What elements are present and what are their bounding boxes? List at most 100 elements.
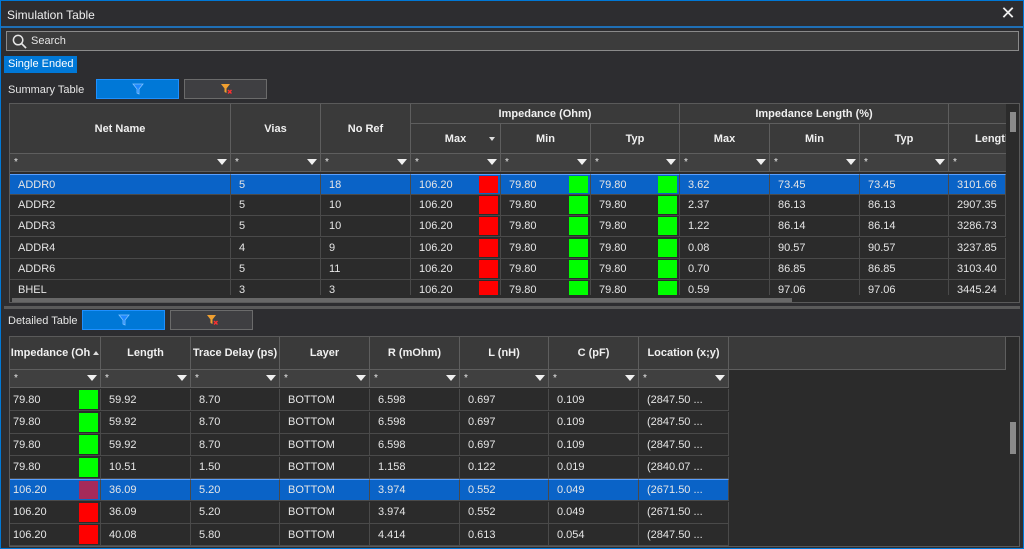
column-header-l[interactable]: L (nH)	[460, 337, 549, 370]
impedance-typ-cell-text: 79.80	[599, 220, 627, 233]
filter-cell[interactable]: *	[280, 370, 370, 387]
filter-cell[interactable]: *	[639, 370, 729, 387]
filter-cell[interactable]: *	[101, 370, 191, 387]
filter-cell[interactable]: *	[860, 154, 949, 171]
filter-cell[interactable]: *	[549, 370, 639, 387]
impedance-typ-cell-text: 79.80	[599, 262, 627, 275]
filter-cell[interactable]: *	[680, 154, 770, 171]
filter-cell[interactable]: *	[770, 154, 860, 171]
length-typ-cell-text: 86.14	[868, 220, 896, 233]
column-header-r[interactable]: R (mOhm)	[370, 337, 460, 370]
tab-single-ended[interactable]: Single Ended	[4, 56, 78, 73]
resistance-cell-text: 3.974	[378, 506, 406, 518]
summary-filter-button[interactable]	[96, 79, 179, 99]
impedance-min-cell: 79.80	[501, 174, 591, 194]
net-name-cell-text: ADDR4	[18, 241, 56, 254]
filter-cell[interactable]: *	[501, 154, 591, 171]
status-color-swatch	[569, 217, 588, 236]
impedance-min-cell-text: 79.80	[509, 199, 537, 212]
detailed-clear-filter-button[interactable]	[170, 310, 253, 330]
filter-cell[interactable]: *	[370, 370, 460, 387]
column-header-imp-min[interactable]: Min	[501, 124, 591, 154]
filter-cell[interactable]: *	[321, 154, 411, 171]
column-header-vias[interactable]: Vias	[231, 104, 321, 154]
layer-cell-text: BOTTOM	[288, 506, 335, 518]
summary-vertical-scrollbar[interactable]	[1006, 104, 1019, 295]
filter-value: *	[325, 157, 329, 168]
summary-horizontal-scrollbar[interactable]	[10, 295, 1019, 302]
table-row[interactable]: ADDR0 5 18 106.20 79.80 79.80 3.62 73.45 73.45 31…	[10, 174, 1006, 195]
column-header-len-max[interactable]: Max	[680, 124, 770, 154]
column-header-net-name[interactable]: Net Name	[10, 104, 231, 154]
location-cell-text: (2671.50 ...	[647, 484, 703, 496]
filter-value: *	[374, 373, 378, 384]
column-group-impedance-length: Impedance Length (%)	[680, 104, 949, 124]
filter-value: *	[864, 157, 868, 168]
column-header-imp-typ[interactable]: Typ	[591, 124, 680, 154]
sort-desc-icon	[489, 136, 495, 141]
table-row[interactable]: 79.80 59.92 8.70 BOTTOM 6.598 0.697 0.109 (2847…	[10, 411, 729, 434]
status-color-swatch	[658, 196, 677, 215]
close-icon[interactable]: ✕	[999, 4, 1017, 22]
search-bar[interactable]	[6, 31, 1019, 51]
chevron-down-icon	[935, 159, 945, 165]
filter-cell[interactable]: *	[10, 154, 231, 171]
vias-cell-text: 5	[239, 220, 246, 233]
trace-delay-cell-text: 8.70	[199, 416, 221, 428]
no-ref-cell: 10	[321, 216, 411, 237]
column-header-imp-max[interactable]: Max	[411, 124, 501, 154]
filter-value: *	[105, 373, 109, 384]
column-header-layer[interactable]: Layer	[280, 337, 370, 370]
table-row[interactable]: 79.80 59.92 8.70 BOTTOM 6.598 0.697 0.109 (2847…	[10, 434, 729, 456]
summary-clear-filter-button[interactable]	[184, 79, 267, 99]
table-row[interactable]: ADDR6 5 11 106.20 79.80 79.80 0.70 86.85 86.85 31…	[10, 258, 1006, 280]
layer-cell: BOTTOM	[280, 456, 370, 478]
length-typ-cell: 86.85	[860, 258, 949, 279]
filter-cell[interactable]: *	[231, 154, 321, 171]
table-row[interactable]: ADDR4 4 9 106.20 79.80 79.80 0.08 90.57 90.57 323…	[10, 237, 1006, 259]
resistance-cell-text: 1.158	[378, 461, 406, 473]
detailed-vertical-scrollbar[interactable]	[1006, 370, 1019, 546]
table-row[interactable]: 79.80 59.92 8.70 BOTTOM 6.598 0.697 0.109 (2847…	[10, 389, 729, 411]
column-header-c[interactable]: C (pF)	[549, 337, 639, 370]
table-row[interactable]: 106.20 36.09 5.20 BOTTOM 3.974 0.552 0.049 (267…	[10, 501, 729, 524]
capacitance-cell-text: 0.109	[557, 393, 585, 406]
column-header-len-min[interactable]: Min	[770, 124, 860, 154]
column-header-length[interactable]: Length	[101, 337, 191, 370]
filter-cell[interactable]: *	[460, 370, 549, 387]
column-header-no-ref[interactable]: No Ref	[321, 104, 411, 154]
trace-delay-cell: 5.20	[191, 501, 280, 523]
column-group-impedance: Impedance (Ohm)	[411, 104, 680, 124]
filter-cell[interactable]: *	[191, 370, 280, 387]
impedance-min-cell-text: 79.80	[509, 178, 537, 191]
scrollbar-thumb[interactable]	[1010, 422, 1016, 454]
section-splitter[interactable]	[4, 306, 1020, 309]
column-header-impedance[interactable]: Impedance (Oh	[10, 337, 101, 370]
search-input[interactable]	[31, 33, 1011, 49]
table-row[interactable]: 106.20 36.09 5.20 BOTTOM 3.974 0.552 0.049 (267…	[10, 479, 729, 501]
length-cell-text: 3103.40	[957, 262, 997, 275]
filter-cell[interactable]: *	[411, 154, 501, 171]
detailed-filter-button[interactable]	[82, 310, 165, 330]
table-row[interactable]: ADDR2 5 10 106.20 79.80 79.80 2.37 86.13 86.13 29…	[10, 195, 1006, 217]
table-row[interactable]: 79.80 10.51 1.50 BOTTOM 1.158 0.122 0.019 (2840…	[10, 456, 729, 479]
column-header-empty	[729, 337, 1006, 370]
scrollbar-thumb[interactable]	[1010, 112, 1016, 132]
column-header-location[interactable]: Location (x;y)	[639, 337, 729, 370]
resistance-cell-text: 6.598	[378, 393, 406, 406]
chevron-down-icon	[397, 159, 407, 165]
impedance-min-cell: 79.80	[501, 258, 591, 279]
resistance-cell: 6.598	[370, 389, 460, 410]
impedance-max-cell-text: 106.20	[419, 199, 453, 212]
location-cell: (2847.50 ...	[639, 389, 729, 410]
chevron-down-icon	[666, 159, 676, 165]
table-row[interactable]: 106.20 40.08 5.80 BOTTOM 4.414 0.613 0.054 (284…	[10, 524, 729, 546]
filter-cell[interactable]: *	[591, 154, 680, 171]
net-name-cell: ADDR3	[10, 216, 231, 237]
column-header-len-typ[interactable]: Typ	[860, 124, 949, 154]
table-row[interactable]: ADDR3 5 10 106.20 79.80 79.80 1.22 86.14 86.14 32…	[10, 216, 1006, 238]
filter-cell[interactable]: *	[10, 370, 101, 387]
column-header-trace-delay[interactable]: Trace Delay (ps)	[191, 337, 280, 370]
resistance-cell: 3.974	[370, 479, 460, 500]
scrollbar-thumb[interactable]	[12, 298, 792, 302]
